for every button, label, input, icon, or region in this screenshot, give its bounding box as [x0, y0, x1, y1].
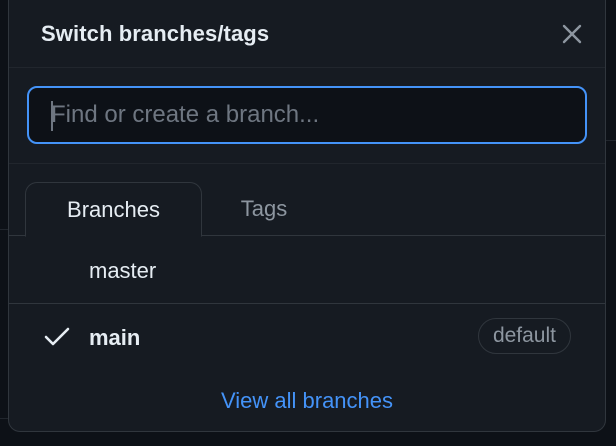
branch-search-input[interactable]: [27, 86, 587, 144]
branch-item-main[interactable]: main default: [9, 303, 605, 371]
view-all-branches-link[interactable]: View all branches: [9, 388, 605, 414]
background-divider: [0, 418, 8, 419]
branch-name: main: [89, 325, 141, 350]
text-cursor: [51, 101, 53, 131]
tab-tags[interactable]: Tags: [209, 182, 319, 236]
popover-title: Switch branches/tags: [41, 21, 270, 46]
branch-item-master[interactable]: master: [9, 236, 605, 304]
branch-switcher-popover: Switch branches/tags Branches Tags maste…: [8, 0, 606, 432]
popover-header: Switch branches/tags: [9, 0, 605, 68]
background-divider: [606, 140, 616, 141]
tab-branches[interactable]: Branches: [25, 182, 202, 237]
branch-name: master: [89, 258, 157, 283]
close-button[interactable]: [557, 19, 587, 49]
close-icon: [562, 24, 582, 44]
search-section: [9, 68, 605, 164]
background-divider: [0, 229, 8, 230]
check-icon: [44, 327, 70, 346]
branch-tag-tabs: Branches Tags: [9, 164, 605, 237]
default-badge: default: [477, 318, 571, 354]
